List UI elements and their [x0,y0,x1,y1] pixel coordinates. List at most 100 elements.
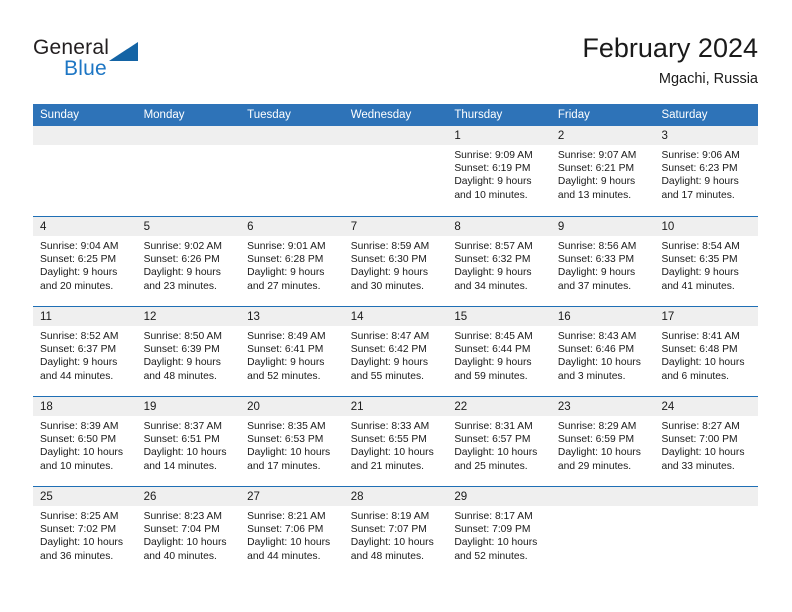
sunset-text: Sunset: 6:28 PM [247,254,324,266]
daylight-text-line1: Daylight: 10 hours [247,447,331,459]
sunrise-text: Sunrise: 8:33 AM [350,421,430,432]
calendar-day-cell[interactable]: 27 Sunrise: 8:21 AM Sunset: 7:06 PM Dayl… [240,487,344,576]
sunrise-text: Sunrise: 9:02 AM [143,241,222,252]
calendar-day-cell[interactable]: 16 Sunrise: 8:43 AM Sunset: 6:46 PM Dayl… [550,307,655,396]
calendar-day-cell[interactable]: 22 Sunrise: 8:31 AM Sunset: 6:57 PM Dayl… [447,397,551,486]
day-details: Sunrise: 8:37 AM Sunset: 6:51 PM Dayligh… [137,416,241,473]
daylight-text-line1: Daylight: 10 hours [143,537,227,549]
calendar-day-cell[interactable]: 20 Sunrise: 8:35 AM Sunset: 6:53 PM Dayl… [240,397,344,486]
daylight-text-line1: Daylight: 10 hours [40,537,123,549]
calendar-day-cell[interactable]: 29 Sunrise: 8:17 AM Sunset: 7:09 PM Dayl… [447,487,551,576]
day-details: Sunrise: 8:23 AM Sunset: 7:04 PM Dayligh… [137,506,241,563]
page-title: February 2024 [582,33,758,63]
day-number: 14 [350,311,364,323]
calendar-day-cell[interactable]: 9 Sunrise: 8:56 AM Sunset: 6:33 PM Dayli… [550,217,655,306]
day-number-strip: 27 [240,487,344,506]
calendar-week-row: 11 Sunrise: 8:52 AM Sunset: 6:37 PM Dayl… [33,306,759,396]
day-details: Sunrise: 8:21 AM Sunset: 7:06 PM Dayligh… [240,506,344,563]
day-number-strip: 24 [654,397,759,416]
day-number-strip: 1 [447,126,551,145]
calendar-day-cell[interactable]: 6 Sunrise: 9:01 AM Sunset: 6:28 PM Dayli… [240,217,344,306]
calendar-day-cell[interactable]: 21 Sunrise: 8:33 AM Sunset: 6:55 PM Dayl… [343,397,448,486]
calendar-day-cell[interactable]: 8 Sunrise: 8:57 AM Sunset: 6:32 PM Dayli… [447,217,551,306]
day-number: 3 [661,130,668,142]
calendar-day-cell[interactable] [136,126,241,216]
calendar-day-cell[interactable] [240,126,344,216]
sunset-text: Sunset: 6:39 PM [143,344,220,356]
day-details: Sunrise: 8:19 AM Sunset: 7:07 PM Dayligh… [344,506,448,563]
day-number-strip [136,126,241,145]
calendar-day-cell[interactable]: 13 Sunrise: 8:49 AM Sunset: 6:41 PM Dayl… [240,307,344,396]
calendar-day-cell[interactable]: 11 Sunrise: 8:52 AM Sunset: 6:37 PM Dayl… [33,307,137,396]
day-details: Sunrise: 8:39 AM Sunset: 6:50 PM Dayligh… [33,416,137,473]
daylight-text-line1: Daylight: 9 hours [247,267,325,279]
daylight-text-line2: and 55 minutes. [350,370,425,382]
day-number-strip: 29 [447,487,551,506]
sunrise-text: Sunrise: 8:35 AM [247,421,326,432]
calendar-day-cell[interactable]: 18 Sunrise: 8:39 AM Sunset: 6:50 PM Dayl… [33,397,137,486]
calendar-day-cell[interactable]: 28 Sunrise: 8:19 AM Sunset: 7:07 PM Dayl… [343,487,448,576]
daylight-text-line2: and 59 minutes. [454,370,528,382]
sunset-text: Sunset: 6:35 PM [661,254,738,266]
calendar-week-row: 1 Sunrise: 9:09 AM Sunset: 6:19 PM Dayli… [33,126,759,216]
brand-logo[interactable]: General Blue [33,36,233,92]
sunset-text: Sunset: 6:26 PM [143,254,220,266]
sunset-text: Sunset: 6:53 PM [247,434,324,446]
day-number: 23 [557,401,571,413]
sunrise-text: Sunrise: 8:41 AM [661,331,740,342]
calendar-day-cell[interactable]: 5 Sunrise: 9:02 AM Sunset: 6:26 PM Dayli… [136,217,241,306]
day-number-strip: 12 [136,307,241,326]
day-details: Sunrise: 8:31 AM Sunset: 6:57 PM Dayligh… [447,416,551,473]
day-number: 20 [247,401,260,413]
day-number: 25 [40,491,53,503]
sunrise-text: Sunrise: 8:45 AM [454,331,533,342]
day-details: Sunrise: 9:06 AM Sunset: 6:23 PM Dayligh… [654,145,758,202]
sunrise-text: Sunrise: 8:37 AM [143,421,222,432]
calendar-day-cell[interactable]: 4 Sunrise: 9:04 AM Sunset: 6:25 PM Dayli… [33,217,137,306]
sunrise-text: Sunrise: 9:01 AM [247,241,326,252]
calendar-day-cell[interactable] [550,487,655,576]
calendar-day-cell[interactable] [654,487,759,576]
calendar-day-cell[interactable]: 26 Sunrise: 8:23 AM Sunset: 7:04 PM Dayl… [136,487,241,576]
day-number-strip: 7 [343,217,448,236]
sunset-text: Sunset: 6:55 PM [350,434,427,446]
day-details: Sunrise: 8:45 AM Sunset: 6:44 PM Dayligh… [447,326,551,383]
sunset-text: Sunset: 6:46 PM [557,344,635,356]
calendar-day-cell[interactable]: 1 Sunrise: 9:09 AM Sunset: 6:19 PM Dayli… [447,126,551,216]
daylight-text-line1: Daylight: 9 hours [40,267,118,279]
calendar-day-cell[interactable]: 3 Sunrise: 9:06 AM Sunset: 6:23 PM Dayli… [654,126,759,216]
daylight-text-line2: and 17 minutes. [247,460,321,472]
day-number-strip: 3 [654,126,759,145]
day-details: Sunrise: 8:33 AM Sunset: 6:55 PM Dayligh… [344,416,448,473]
calendar-day-cell[interactable]: 15 Sunrise: 8:45 AM Sunset: 6:44 PM Dayl… [447,307,551,396]
calendar-day-cell[interactable]: 23 Sunrise: 8:29 AM Sunset: 6:59 PM Dayl… [550,397,655,486]
sunset-text: Sunset: 6:37 PM [40,344,117,356]
daylight-text-line1: Daylight: 10 hours [557,357,641,369]
day-number: 5 [143,221,150,233]
day-number-strip [343,126,448,145]
daylight-text-line1: Daylight: 9 hours [40,357,118,369]
calendar-day-cell[interactable]: 12 Sunrise: 8:50 AM Sunset: 6:39 PM Dayl… [136,307,241,396]
day-number: 16 [557,311,571,323]
day-number-strip: 16 [550,307,655,326]
calendar-day-cell[interactable]: 2 Sunrise: 9:07 AM Sunset: 6:21 PM Dayli… [550,126,655,216]
sunrise-text: Sunrise: 8:54 AM [661,241,740,252]
calendar-day-cell[interactable] [343,126,448,216]
daylight-text-line1: Daylight: 9 hours [350,357,429,369]
sunset-text: Sunset: 6:32 PM [454,254,531,266]
daylight-text-line1: Daylight: 10 hours [454,537,538,549]
day-number-strip: 6 [240,217,344,236]
calendar-day-cell[interactable]: 17 Sunrise: 8:41 AM Sunset: 6:48 PM Dayl… [654,307,759,396]
calendar-day-cell[interactable]: 25 Sunrise: 8:25 AM Sunset: 7:02 PM Dayl… [33,487,137,576]
day-number-strip: 13 [240,307,344,326]
day-number-strip: 2 [550,126,655,145]
calendar-day-cell[interactable] [33,126,137,216]
day-number: 8 [454,221,461,233]
calendar-day-cell[interactable]: 14 Sunrise: 8:47 AM Sunset: 6:42 PM Dayl… [343,307,448,396]
daylight-text-line2: and 48 minutes. [350,550,425,562]
calendar-day-cell[interactable]: 19 Sunrise: 8:37 AM Sunset: 6:51 PM Dayl… [136,397,241,486]
daylight-text-line2: and 36 minutes. [40,550,114,562]
calendar-day-cell[interactable]: 10 Sunrise: 8:54 AM Sunset: 6:35 PM Dayl… [654,217,759,306]
calendar-day-cell[interactable]: 24 Sunrise: 8:27 AM Sunset: 7:00 PM Dayl… [654,397,759,486]
calendar-day-cell[interactable]: 7 Sunrise: 8:59 AM Sunset: 6:30 PM Dayli… [343,217,448,306]
